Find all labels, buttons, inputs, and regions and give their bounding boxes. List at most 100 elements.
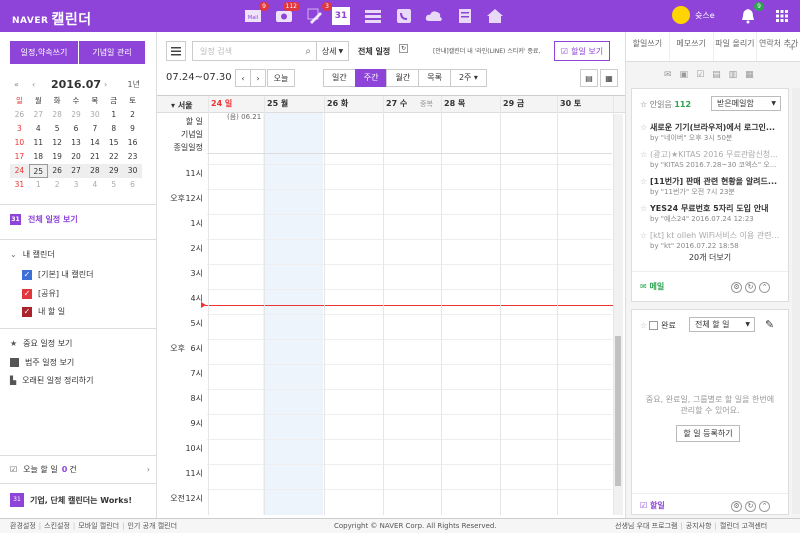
day-header[interactable]: 25 월 (267, 96, 288, 112)
refresh-icon[interactable]: ↻ (745, 501, 756, 512)
footer-link[interactable]: 스킨설정 (44, 522, 70, 530)
footer-link[interactable]: 모바일 캘린더 (78, 522, 119, 530)
blog-icon[interactable]: 3 (306, 2, 332, 26)
mini-calendar-day[interactable]: 22 (104, 150, 123, 164)
calendar-item-todo[interactable]: ✓ 내 할 일 (22, 306, 65, 317)
todo-widget-icon[interactable]: ☑ (696, 70, 704, 80)
footer-link[interactable]: 캘린더 고객센터 (720, 522, 767, 530)
my-calendars-toggle[interactable]: ⌄ 내 캘린더 (10, 249, 55, 260)
collapse-icon[interactable]: ⌃ (759, 501, 770, 512)
mini-calendar-day[interactable]: 8 (104, 122, 123, 136)
mail-item[interactable]: ☆ 새로운 기기(브라우저)에서 로그인... by "네이버" 오후 3시 50분 (640, 123, 785, 143)
export-icon[interactable]: ▦ (600, 69, 618, 87)
todo-widget-footer[interactable]: ☑ 할일 (640, 500, 665, 511)
mini-calendar-day[interactable]: 2 (123, 108, 142, 122)
mini-calendar-day[interactable]: 29 (104, 164, 124, 178)
settings-icon[interactable]: ⚙ (731, 282, 742, 293)
collapse-icon[interactable]: ⌃ (759, 282, 770, 293)
tab-month[interactable]: 월간 (386, 69, 420, 87)
mail-item[interactable]: ☆ YES24 무료번호 5자리 도입 안내 by "예스24" 2016.07.2… (640, 204, 785, 224)
next-week-button[interactable]: › (250, 69, 266, 87)
print-icon[interactable]: ▤ (580, 69, 598, 87)
edit-icon[interactable]: ✎ (765, 318, 774, 331)
refresh-icon[interactable]: ↻ (745, 282, 756, 293)
mini-calendar-day[interactable]: 3 (10, 122, 29, 136)
checkbox-icon[interactable]: ✓ (22, 306, 32, 317)
day-header[interactable]: 30 토 (560, 96, 581, 112)
register-todo-button[interactable]: 할 일 등록하기 (676, 425, 740, 442)
mini-calendar-day[interactable]: 28 (48, 108, 67, 122)
mini-calendar-day[interactable]: 29 (67, 108, 86, 122)
mail-item[interactable]: ☆ [kt] kt olleh WiFi서비스 이용 관련... by "kt" 2… (640, 231, 785, 251)
mini-calendar-day[interactable]: 10 (10, 136, 29, 150)
user-menu[interactable]: 슛스e (672, 6, 715, 24)
star-icon[interactable]: ☆ (640, 150, 647, 160)
mini-calendar-day[interactable]: 13 (67, 136, 86, 150)
inbox-select[interactable]: 받은메일함 ▼ (711, 96, 781, 111)
contacts-icon[interactable] (394, 6, 414, 26)
detail-search-button[interactable]: 상세 ▼ (316, 41, 349, 61)
footer-link[interactable]: 인기 공개 캘린더 (127, 522, 177, 530)
mini-calendar-day[interactable]: 30 (123, 164, 142, 178)
checkbox-icon[interactable]: ✓ (22, 288, 32, 299)
home-icon[interactable] (485, 6, 505, 26)
cafe-icon[interactable]: 112 (274, 2, 300, 26)
day-header[interactable]: 24 일 (211, 96, 232, 112)
mini-calendar-day[interactable]: 15 (104, 136, 123, 150)
footer-link[interactable]: 공지사항 (686, 522, 712, 530)
prev-month-icon[interactable]: ‹ (32, 80, 35, 89)
cloud-icon[interactable] (424, 6, 444, 26)
mail-icon[interactable]: Mail 9 (243, 2, 269, 26)
mini-calendar-day[interactable]: 9 (123, 122, 142, 136)
calendar-widget-icon[interactable]: ▣ (680, 70, 689, 80)
done-filter[interactable]: ☆ 완료 (640, 320, 676, 331)
mini-calendar-day[interactable]: 18 (29, 150, 48, 164)
mini-calendar-day[interactable]: 6 (67, 122, 86, 136)
tab-list[interactable]: 목록 (418, 69, 451, 87)
todo-today-link[interactable]: ☑ 오늘 할 일 0 건 › (10, 464, 150, 475)
year-view-link[interactable]: 1년 (128, 79, 140, 90)
notice-text[interactable]: [안내]캘린더 내 '라인(LINE) 스티커' 종료, (433, 46, 551, 55)
search-input[interactable]: 일정 검색 ⌕ (192, 41, 317, 61)
footer-link[interactable]: 환경설정 (10, 522, 36, 530)
naver-logo[interactable]: NAVER 캘린더 (12, 8, 92, 28)
footer-link[interactable]: 선생님 우대 프로그램 (615, 522, 677, 530)
checkbox-icon[interactable]: ✓ (22, 269, 32, 280)
day-header[interactable]: 28 목 (444, 96, 465, 112)
important-events-link[interactable]: ★ 중요 일정 보기 (10, 338, 72, 349)
memo-icon[interactable] (455, 6, 475, 26)
mini-calendar-day[interactable]: 3 (67, 178, 86, 192)
mini-calendar-day[interactable]: 4 (29, 122, 48, 136)
mini-calendar-day[interactable]: 24 (10, 164, 29, 178)
anniversary-button[interactable]: 기념일 관리 (79, 41, 145, 64)
cleanup-link[interactable]: ▙ 오래된 일정 정리하기 (10, 375, 93, 386)
search-icon[interactable]: ⌕ (305, 46, 311, 57)
day-header[interactable]: 26 화 (327, 96, 348, 112)
all-events-link[interactable]: 31 전체 일정 보기 (10, 214, 78, 225)
mini-calendar-day[interactable]: 26 (10, 108, 29, 122)
tab-day[interactable]: 일간 (323, 69, 356, 87)
quick-tab-memo[interactable]: 메모쓰기 (670, 32, 714, 61)
mini-calendar-day[interactable]: 30 (85, 108, 104, 122)
mini-calendar-day[interactable]: 21 (85, 150, 104, 164)
mini-calendar-day[interactable]: 14 (85, 136, 104, 150)
mini-calendar-day[interactable]: 6 (123, 178, 142, 192)
done-checkbox[interactable] (649, 321, 659, 330)
today-button[interactable]: 오늘 (267, 69, 295, 87)
prev-year-icon[interactable]: « (14, 80, 19, 89)
day-header[interactable]: 29 금 (503, 96, 524, 112)
tab-week[interactable]: 주간 (354, 69, 388, 87)
menu-button[interactable] (166, 41, 186, 61)
bell-icon[interactable]: 9 (738, 2, 764, 26)
mini-calendar-day[interactable]: 7 (85, 122, 104, 136)
mini-calendar-day[interactable]: 12 (48, 136, 67, 150)
mini-calendar-day[interactable]: 1 (104, 108, 123, 122)
right-scrollbar[interactable] (792, 88, 800, 514)
calendar-item-shared[interactable]: ✓ [공유] (22, 288, 59, 299)
mini-calendar-day[interactable]: 17 (10, 150, 29, 164)
calendar-item-default[interactable]: ✓ [기본] 내 캘린더 (22, 269, 94, 280)
scrollbar-thumb[interactable] (615, 336, 621, 486)
mini-calendar-day[interactable]: 16 (123, 136, 142, 150)
contact-widget-icon[interactable]: ▦ (745, 70, 754, 80)
mail-widget-footer[interactable]: ✉ 메일 (640, 281, 664, 292)
